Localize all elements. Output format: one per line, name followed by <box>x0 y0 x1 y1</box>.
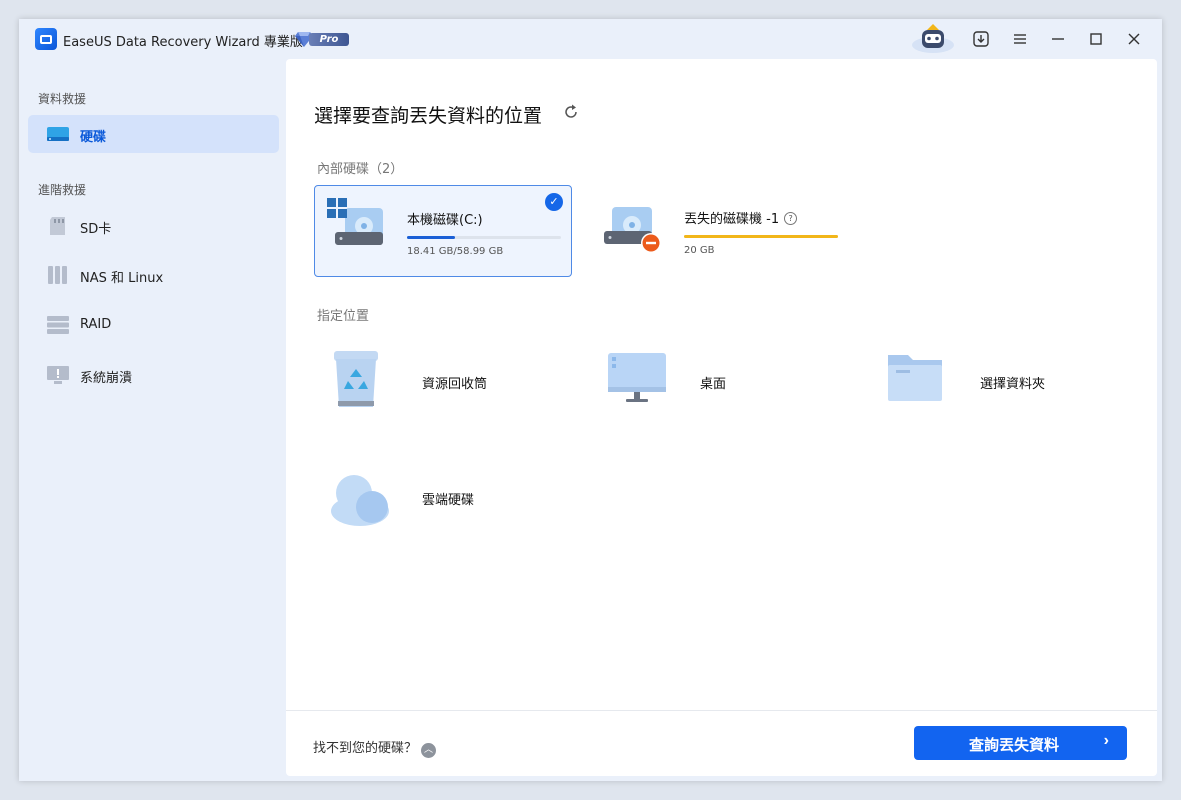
sidebar-item-system-crash[interactable]: 系統崩潰 <box>28 356 279 394</box>
disk-usage-fill <box>407 236 455 239</box>
lost-drive-icon <box>604 207 661 253</box>
location-label: 桌面 <box>700 377 727 392</box>
sidebar-item-raid[interactable]: RAID <box>28 306 279 344</box>
download-icon[interactable] <box>971 29 991 49</box>
locations-label: 指定位置 <box>317 309 370 324</box>
page-title: 選擇要查詢丟失資料的位置 <box>314 105 543 127</box>
folder-icon <box>888 355 942 401</box>
disk-usage-bar <box>407 236 561 239</box>
cant-find-disk-link[interactable]: 找不到您的硬碟？ ︿ <box>313 737 437 758</box>
sidebar-item-sd-card[interactable]: SD卡 <box>28 207 279 245</box>
menu-icon[interactable] <box>1010 29 1030 49</box>
sidebar-section-data-recovery: 資料救援 <box>38 92 87 106</box>
location-label: 雲端硬碟 <box>422 493 475 508</box>
sidebar-item-label: RAID <box>80 317 112 332</box>
sidebar-item-label: 系統崩潰 <box>80 371 133 386</box>
minimize-icon[interactable] <box>1048 29 1068 49</box>
title-bar: EaseUS Data Recovery Wizard 專業版 Pro <box>19 19 1162 59</box>
sidebar-section-advanced-recovery: 進階救援 <box>38 183 87 197</box>
cloud-icon <box>331 475 389 526</box>
sidebar-item-label: SD卡 <box>80 222 112 237</box>
disk-card-local-c[interactable]: 本機磁碟(C:) 18.41 GB/58.99 GB ✓ <box>314 185 572 277</box>
disk-usage-fill <box>684 235 838 238</box>
main-panel: 選擇要查詢丟失資料的位置 內部硬碟（2） 本機磁碟(C:) 18.41 GB/5… <box>286 59 1157 776</box>
chevron-right-icon: › <box>1103 732 1109 749</box>
disk-name: 本機磁碟(C:) <box>407 213 483 228</box>
app-window: EaseUS Data Recovery Wizard 專業版 Pro 資料救援… <box>19 19 1162 781</box>
sidebar: 資料救援 硬碟 進階救援 SD卡 NAS 和 Linux RAID 系統崩潰 <box>19 59 286 781</box>
app-logo-icon <box>35 28 57 50</box>
location-select-folder[interactable]: 選擇資料夾 <box>888 351 1128 421</box>
location-label: 資源回收筒 <box>422 377 488 392</box>
pro-label: Pro <box>309 33 349 46</box>
sd-card-icon <box>50 217 65 235</box>
system-crash-icon <box>47 366 69 384</box>
sidebar-item-label: NAS 和 Linux <box>80 271 164 286</box>
pro-badge: Pro <box>295 31 349 47</box>
internal-disks-label: 內部硬碟（2） <box>317 162 404 177</box>
nas-icon <box>48 266 67 284</box>
disk-card-lost-1[interactable]: 丟失的磁碟機 -1? 20 GB <box>592 185 850 277</box>
disk-usage-bar <box>684 235 838 238</box>
maximize-icon[interactable] <box>1086 29 1106 49</box>
disk-name: 丟失的磁碟機 -1? <box>684 208 798 227</box>
location-cloud-drive[interactable]: 雲端硬碟 <box>330 467 570 537</box>
mascot-icon[interactable] <box>911 23 955 53</box>
hard-drive-icon <box>47 127 69 141</box>
disk-size: 20 GB <box>684 245 715 256</box>
recycle-bin-icon <box>334 351 378 407</box>
scan-lost-data-button[interactable]: 查詢丟失資料 › <box>914 726 1127 760</box>
close-icon[interactable] <box>1124 29 1144 49</box>
footer-bar: 找不到您的硬碟？ ︿ 查詢丟失資料 › <box>286 710 1157 777</box>
location-label: 選擇資料夾 <box>980 377 1046 392</box>
hard-drive-windows-icon <box>327 198 383 245</box>
sidebar-item-nas-linux[interactable]: NAS 和 Linux <box>28 256 279 294</box>
raid-icon <box>47 316 69 334</box>
app-title: EaseUS Data Recovery Wizard 專業版 <box>63 35 303 50</box>
check-icon: ✓ <box>545 193 563 211</box>
chevron-up-icon[interactable]: ︿ <box>421 743 437 758</box>
location-desktop[interactable]: 桌面 <box>608 351 848 421</box>
disk-size: 18.41 GB/58.99 GB <box>407 246 504 257</box>
desktop-icon <box>608 353 666 402</box>
refresh-icon[interactable] <box>562 103 580 121</box>
location-recycle-bin[interactable]: 資源回收筒 <box>330 351 570 421</box>
sidebar-item-label: 硬碟 <box>80 130 107 145</box>
help-icon[interactable]: ? <box>784 212 798 225</box>
sidebar-item-hard-drive[interactable]: 硬碟 <box>28 115 279 153</box>
